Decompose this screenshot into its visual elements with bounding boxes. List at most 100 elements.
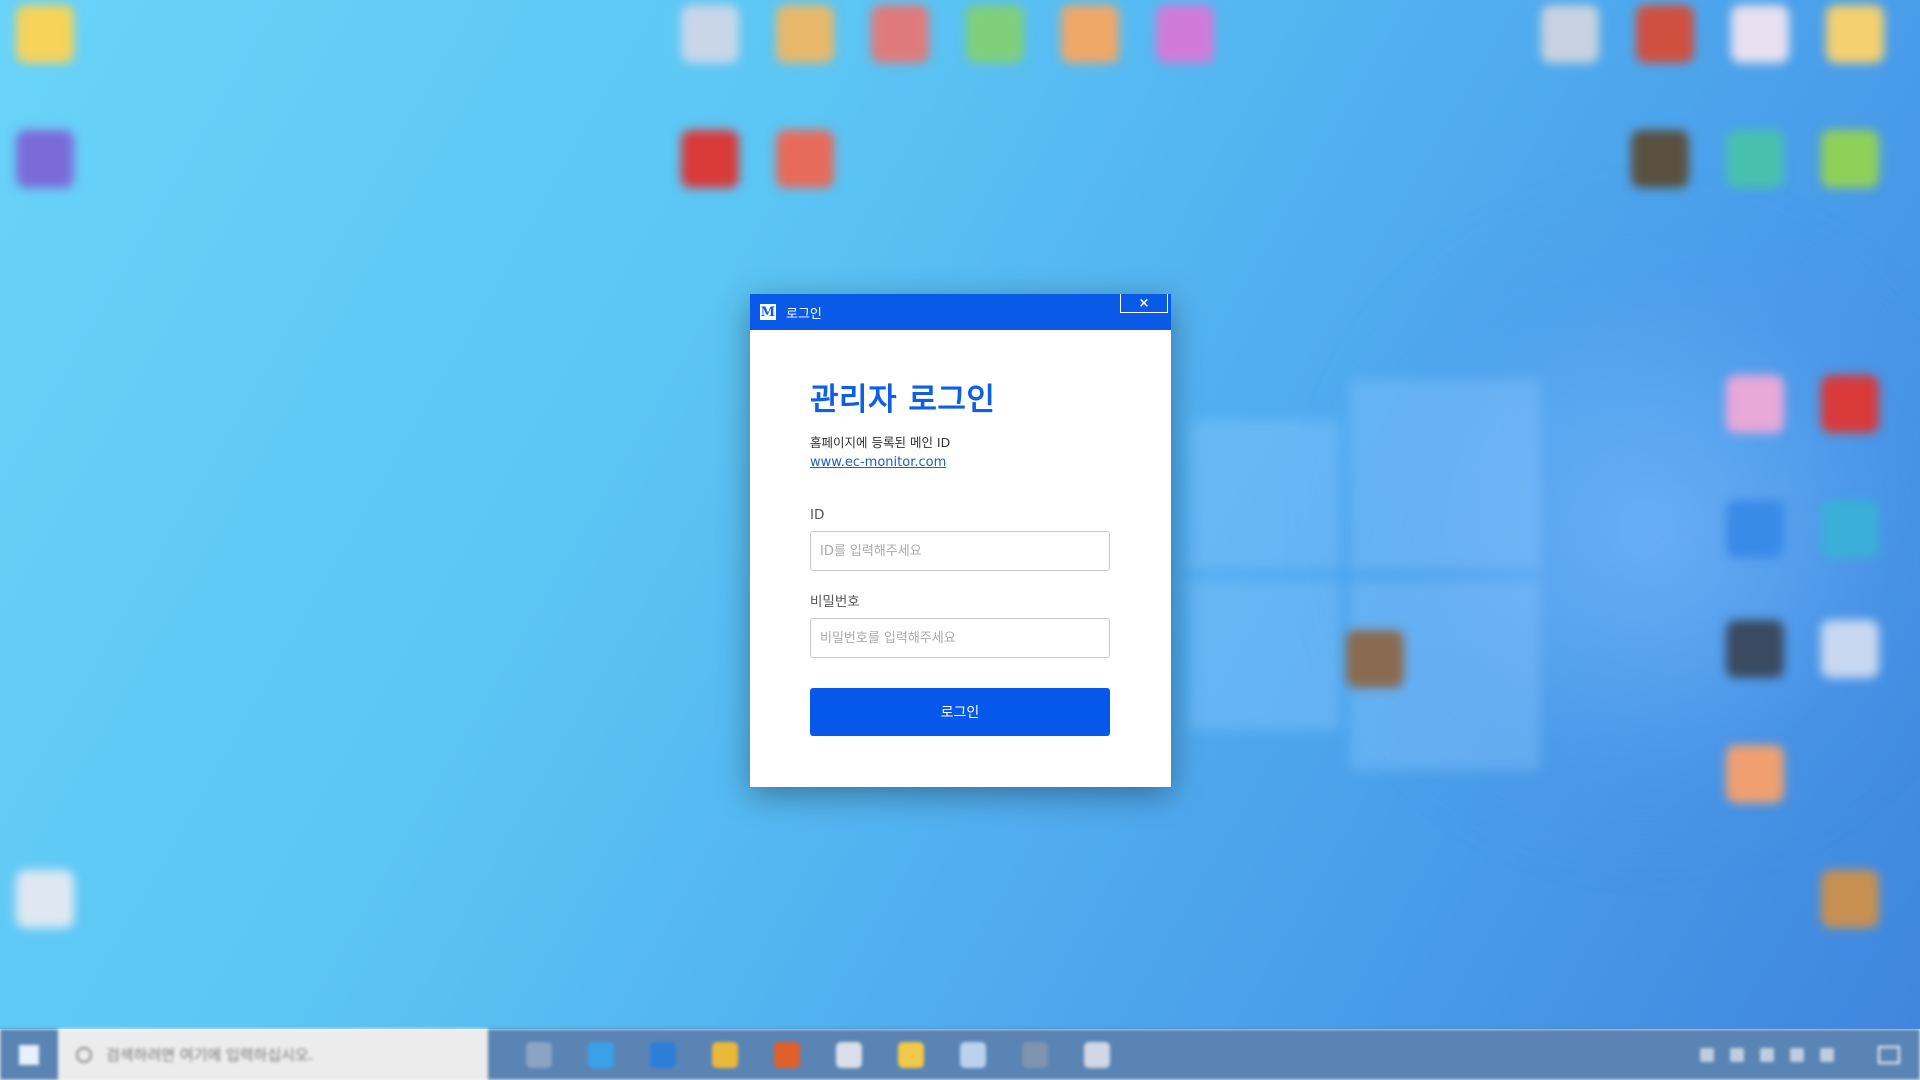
desktop-shortcut[interactable]: [1615, 130, 1705, 188]
desktop-shortcut[interactable]: [855, 5, 945, 63]
desktop-shortcut[interactable]: [1620, 5, 1710, 63]
search-icon: [76, 1046, 92, 1063]
taskbar: 검색하려면 여기에 입력하십시오.: [0, 1029, 1920, 1080]
desktop-shortcut[interactable]: [1805, 500, 1895, 558]
battery-icon[interactable]: [1790, 1047, 1804, 1062]
network-icon[interactable]: [1730, 1047, 1744, 1062]
desktop-shortcut[interactable]: [1710, 620, 1800, 678]
login-dialog: M 로그인 × 관리자 로그인 홈페이지에 등록된 메인 ID www.ec-m…: [750, 294, 1171, 787]
id-label: ID: [810, 507, 825, 523]
password-input[interactable]: [810, 618, 1110, 658]
desktop-shortcut[interactable]: [0, 130, 90, 188]
taskbar-app[interactable]: [942, 1029, 1004, 1080]
desktop-shortcut[interactable]: [1805, 375, 1895, 433]
app-icon: [1636, 5, 1694, 63]
desktop-shortcut[interactable]: [665, 5, 755, 63]
desktop-shortcut[interactable]: [665, 130, 755, 188]
system-tray: [1692, 1045, 1920, 1064]
taskbar-app[interactable]: [756, 1029, 818, 1080]
taskbar-app[interactable]: [880, 1029, 942, 1080]
id-input[interactable]: [810, 531, 1110, 571]
search-placeholder: 검색하려면 여기에 입력하십시오.: [106, 1046, 314, 1064]
visual-studio-icon: [16, 130, 74, 188]
recycle-bin-icon: [16, 870, 74, 928]
firefox-icon: [774, 1041, 800, 1068]
app-logo-icon: M: [760, 304, 776, 320]
app-icon: [871, 5, 929, 63]
app-icon: [1541, 5, 1599, 63]
app-icon: [966, 5, 1024, 63]
app-icon: [1726, 130, 1784, 188]
app-icon: [1061, 5, 1119, 63]
volume-icon[interactable]: [1760, 1047, 1774, 1062]
app-icon: [1821, 130, 1879, 188]
ime-icon[interactable]: [1820, 1047, 1834, 1062]
desktop-shortcut[interactable]: [1710, 745, 1800, 803]
taskbar-search[interactable]: 검색하려면 여기에 입력하십시오.: [58, 1029, 488, 1080]
taskbar-app[interactable]: [694, 1029, 756, 1080]
desktop-shortcut[interactable]: [760, 5, 850, 63]
app-icon: [1826, 5, 1884, 63]
website-link[interactable]: www.ec-monitor.com: [810, 455, 946, 470]
desktop-shortcut[interactable]: [760, 130, 850, 188]
taskbar-app[interactable]: [508, 1029, 570, 1080]
edge-icon: [650, 1041, 676, 1068]
app-icon: [776, 5, 834, 63]
app-icon: [1022, 1041, 1048, 1068]
desktop-shortcut[interactable]: [1715, 5, 1805, 63]
app-icon: [1731, 5, 1789, 63]
app-icon: [681, 5, 739, 63]
password-label: 비밀번호: [810, 594, 860, 610]
desktop-shortcut[interactable]: [1710, 130, 1800, 188]
folder-icon: [16, 5, 74, 63]
desktop-shortcut[interactable]: [950, 5, 1040, 63]
description-text: 홈페이지에 등록된 메인 ID: [810, 435, 951, 450]
close-button[interactable]: ×: [1120, 294, 1168, 313]
app-icon: [1821, 500, 1879, 558]
desktop-shortcut[interactable]: [1805, 130, 1895, 188]
app-icon: [1821, 870, 1879, 928]
acrobat-icon: [681, 130, 739, 188]
desktop-shortcut[interactable]: [1805, 620, 1895, 678]
desktop-shortcut[interactable]: [0, 870, 90, 928]
taskbar-app[interactable]: [1066, 1029, 1128, 1080]
taskbar-app[interactable]: [570, 1029, 632, 1080]
taskbar-app[interactable]: [632, 1029, 694, 1080]
dialog-title: 로그인: [786, 306, 822, 322]
desktop-shortcut[interactable]: [1045, 5, 1135, 63]
internet-explorer-icon: [588, 1041, 614, 1068]
app-icon: [776, 130, 834, 188]
desktop-shortcut[interactable]: [1710, 500, 1800, 558]
app-icon: [1156, 5, 1214, 63]
app-icon: [1726, 375, 1784, 433]
notepad-icon: [960, 1041, 986, 1068]
notification-icon[interactable]: [1878, 1045, 1900, 1064]
desktop-shortcut[interactable]: [1525, 5, 1615, 63]
taskbar-app[interactable]: [1004, 1029, 1066, 1080]
app-icon: [1821, 375, 1879, 433]
login-button[interactable]: 로그인: [810, 688, 1110, 736]
task-view-icon: [526, 1041, 552, 1068]
photos-icon: [836, 1041, 862, 1068]
app-icon: [1346, 630, 1404, 688]
taskbar-apps: [508, 1029, 1128, 1080]
steam-icon: [1726, 620, 1784, 678]
chrome-icon: [712, 1041, 738, 1068]
file-explorer-icon: [898, 1041, 924, 1068]
chevron-up-icon[interactable]: [1700, 1047, 1714, 1062]
app-icon: [1631, 130, 1689, 188]
desktop-shortcut[interactable]: [1330, 630, 1420, 688]
taskbar-app[interactable]: [818, 1029, 880, 1080]
desktop-shortcut[interactable]: [1805, 870, 1895, 928]
page-title: 관리자 로그인: [810, 382, 996, 418]
dialog-content: 관리자 로그인 홈페이지에 등록된 메인 ID www.ec-monitor.c…: [750, 330, 1171, 736]
desktop-shortcut[interactable]: [1710, 375, 1800, 433]
windows-icon: [19, 1044, 39, 1065]
desktop-shortcut[interactable]: [1810, 5, 1900, 63]
desktop-shortcut[interactable]: [0, 5, 90, 63]
app-icon: [1726, 500, 1784, 558]
desktop-shortcut[interactable]: [1140, 5, 1230, 63]
app-icon: [1821, 620, 1879, 678]
steam-icon: [1084, 1041, 1110, 1068]
start-button[interactable]: [0, 1029, 58, 1080]
